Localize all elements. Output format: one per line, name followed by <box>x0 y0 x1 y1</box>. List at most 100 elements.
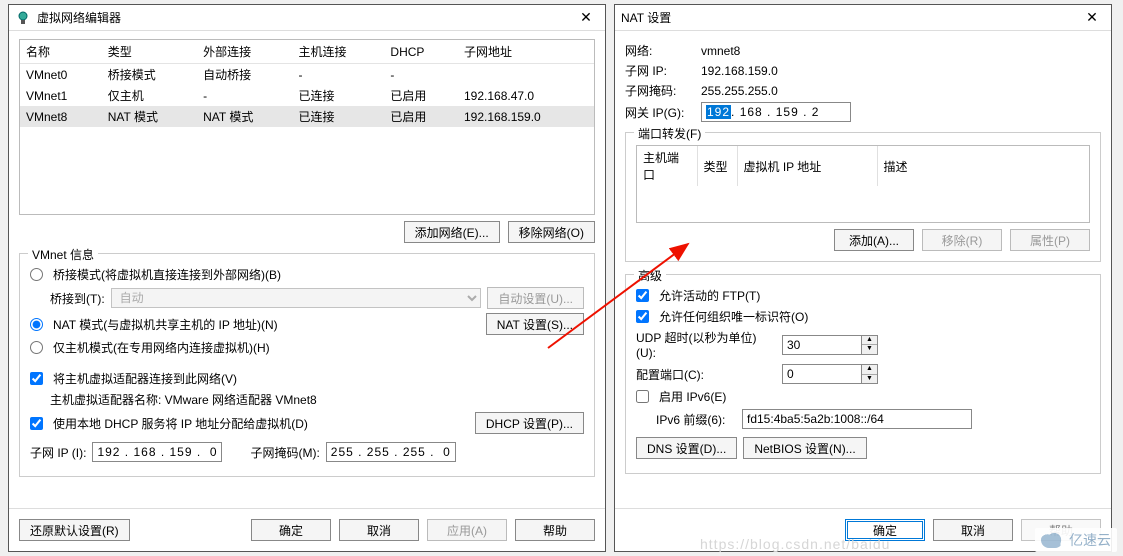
table-row-selected[interactable]: VMnet8 NAT 模式 NAT 模式 已连接 已启用 192.168.159… <box>20 106 594 127</box>
table-row[interactable]: VMnet0 桥接模式 自动桥接 - - <box>20 64 594 86</box>
network-table[interactable]: 名称 类型 外部连接 主机连接 DHCP 子网地址 VMnet0 桥接模式 自动… <box>19 39 595 215</box>
col-vmip[interactable]: 虚拟机 IP 地址 <box>737 146 877 186</box>
titlebar: 虚拟网络编辑器 ✕ <box>9 5 605 31</box>
dhcp-settings-button[interactable]: DHCP 设置(P)... <box>475 412 584 434</box>
enable-ipv6-label: 启用 IPv6(E) <box>659 388 726 405</box>
watermark: 亿速云 <box>1035 528 1117 552</box>
window-title: NAT 设置 <box>621 9 1079 26</box>
dhcp-checkbox[interactable] <box>30 417 43 430</box>
host-adapter-checkbox[interactable] <box>30 372 43 385</box>
watermark-text: 亿速云 <box>1069 530 1111 550</box>
bridge-to-select[interactable]: 自动 <box>111 288 482 308</box>
hostonly-mode-label: 仅主机模式(在专用网络内连接虚拟机)(H) <box>53 339 270 356</box>
cell: 192.168.47.0 <box>458 85 594 106</box>
subnet-ip-label: 子网 IP (I): <box>30 444 86 461</box>
hostonly-mode-radio[interactable] <box>30 341 43 354</box>
col-host[interactable]: 主机连接 <box>292 40 384 64</box>
col-type[interactable]: 类型 <box>697 146 737 186</box>
nat-mode-label: NAT 模式(与虚拟机共享主机的 IP 地址)(N) <box>53 316 278 333</box>
col-name[interactable]: 名称 <box>20 40 102 64</box>
allow-ftp-label: 允许活动的 FTP(T) <box>659 287 760 304</box>
titlebar: NAT 设置 ✕ <box>615 5 1111 31</box>
content: 网络:vmnet8 子网 IP:192.168.159.0 子网掩码:255.2… <box>615 31 1111 508</box>
udp-timeout-spinner[interactable]: ▲▼ <box>782 335 878 355</box>
dhcp-label: 使用本地 DHCP 服务将 IP 地址分配给虚拟机(D) <box>53 415 308 432</box>
bridge-mode-label: 桥接模式(将虚拟机直接连接到外部网络)(B) <box>53 266 281 283</box>
subnet-ip-value: 192.168.159.0 <box>701 64 778 78</box>
dns-settings-button[interactable]: DNS 设置(D)... <box>636 437 737 459</box>
cell: 桥接模式 <box>102 64 197 86</box>
cell: 已连接 <box>292 106 384 127</box>
auto-settings-button[interactable]: 自动设置(U)... <box>487 287 584 309</box>
gateway-ip-selected-octet: 192 <box>706 105 731 119</box>
pf-add-button[interactable]: 添加(A)... <box>834 229 914 251</box>
udp-timeout-label: UDP 超时(以秒为单位)(U): <box>636 329 776 360</box>
add-network-button[interactable]: 添加网络(E)... <box>404 221 500 243</box>
col-hostport[interactable]: 主机端口 <box>637 146 697 186</box>
config-port-label: 配置端口(C): <box>636 366 776 383</box>
col-type[interactable]: 类型 <box>102 40 197 64</box>
cell: 仅主机 <box>102 85 197 106</box>
advanced-group: 高级 允许活动的 FTP(T) 允许任何组织唯一标识符(O) UDP 超时(以秒… <box>625 274 1101 474</box>
col-subnet[interactable]: 子网地址 <box>458 40 594 64</box>
nat-mode-radio[interactable] <box>30 318 43 331</box>
cell <box>458 64 594 86</box>
close-icon[interactable]: ✕ <box>1079 8 1105 28</box>
network-label: 网络: <box>625 42 695 59</box>
cell: NAT 模式 <box>102 106 197 127</box>
restore-defaults-button[interactable]: 还原默认设置(R) <box>19 519 130 541</box>
col-desc[interactable]: 描述 <box>877 146 1089 186</box>
pf-properties-button[interactable]: 属性(P) <box>1010 229 1090 251</box>
cloud-icon <box>1041 532 1063 548</box>
cancel-button[interactable]: 取消 <box>339 519 419 541</box>
vmnet-info-group: VMnet 信息 桥接模式(将虚拟机直接连接到外部网络)(B) 桥接到(T): … <box>19 253 595 477</box>
allow-any-org-label: 允许任何组织唯一标识符(O) <box>659 308 808 325</box>
cell: NAT 模式 <box>197 106 292 127</box>
subnet-mask-input[interactable] <box>326 442 456 462</box>
ipv6-prefix-label: IPv6 前缀(6): <box>656 411 736 428</box>
gateway-ip-rest: . 168 . 159 . 2 <box>731 105 819 119</box>
ipv6-prefix-input[interactable] <box>742 409 972 429</box>
spin-up-icon[interactable]: ▲ <box>862 365 877 375</box>
subnet-mask-label: 子网掩码: <box>625 82 695 99</box>
bridge-to-label: 桥接到(T): <box>50 290 105 307</box>
bridge-mode-radio[interactable] <box>30 268 43 281</box>
col-dhcp[interactable]: DHCP <box>384 40 458 64</box>
config-port-spinner[interactable]: ▲▼ <box>782 364 878 384</box>
cell: VMnet1 <box>20 85 102 106</box>
network-value: vmnet8 <box>701 44 740 58</box>
remove-network-button[interactable]: 移除网络(O) <box>508 221 595 243</box>
close-icon[interactable]: ✕ <box>573 8 599 28</box>
col-ext[interactable]: 外部连接 <box>197 40 292 64</box>
background-watermark-url: https://blog.csdn.net/baidu <box>700 536 890 552</box>
udp-timeout-input[interactable] <box>782 335 862 355</box>
spin-down-icon[interactable]: ▼ <box>862 345 877 354</box>
ok-button[interactable]: 确定 <box>251 519 331 541</box>
spin-down-icon[interactable]: ▼ <box>862 375 877 384</box>
allow-any-org-checkbox[interactable] <box>636 310 649 323</box>
netbios-settings-button[interactable]: NetBIOS 设置(N)... <box>743 437 866 459</box>
cell: 已启用 <box>384 106 458 127</box>
content: 名称 类型 外部连接 主机连接 DHCP 子网地址 VMnet0 桥接模式 自动… <box>9 31 605 508</box>
apply-button[interactable]: 应用(A) <box>427 519 507 541</box>
help-button[interactable]: 帮助 <box>515 519 595 541</box>
pf-remove-button[interactable]: 移除(R) <box>922 229 1002 251</box>
group-legend: 端口转发(F) <box>634 125 705 142</box>
subnet-ip-label: 子网 IP: <box>625 62 695 79</box>
spin-up-icon[interactable]: ▲ <box>862 336 877 346</box>
subnet-ip-input[interactable] <box>92 442 222 462</box>
group-legend: 高级 <box>634 267 666 284</box>
table-row[interactable]: VMnet1 仅主机 - 已连接 已启用 192.168.47.0 <box>20 85 594 106</box>
cell: VMnet0 <box>20 64 102 86</box>
cell: - <box>384 64 458 86</box>
nat-settings-window: NAT 设置 ✕ 网络: vmnet8 子网 IP: 192.168.159.0 子… <box>614 4 1112 552</box>
enable-ipv6-checkbox[interactable] <box>636 390 649 403</box>
gateway-ip-input[interactable]: 192 . 168 . 159 . 2 <box>701 102 851 122</box>
allow-ftp-checkbox[interactable] <box>636 289 649 302</box>
cancel-button[interactable]: 取消 <box>933 519 1013 541</box>
nat-settings-button[interactable]: NAT 设置(S)... <box>486 313 584 335</box>
cell: 已启用 <box>384 85 458 106</box>
config-port-input[interactable] <box>782 364 862 384</box>
port-forward-table[interactable]: 主机端口 类型 虚拟机 IP 地址 描述 <box>636 145 1090 223</box>
gateway-label: 网关 IP(G): <box>625 104 695 121</box>
